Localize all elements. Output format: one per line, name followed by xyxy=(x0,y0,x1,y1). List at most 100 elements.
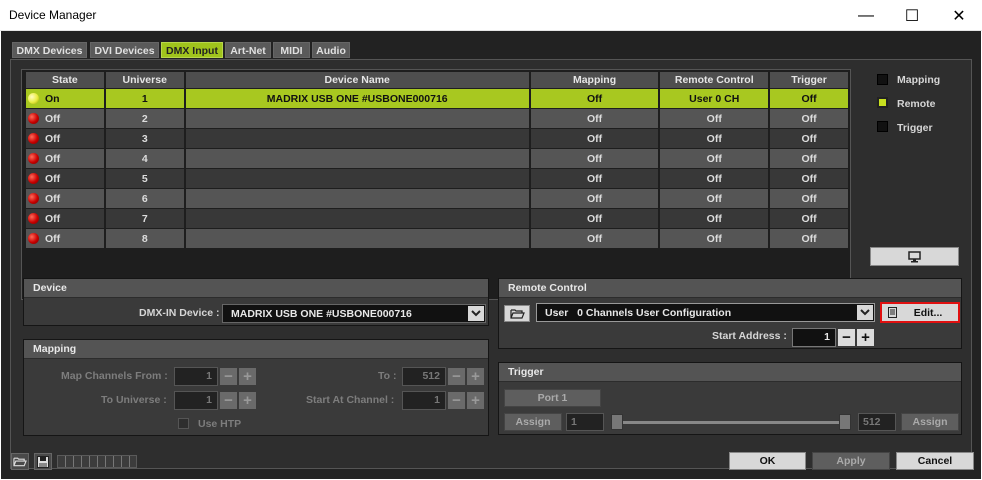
dmx-in-device-select[interactable]: MADRIX USB ONE #USBONE000716 xyxy=(222,304,486,323)
state-cell[interactable]: Off xyxy=(26,129,104,148)
remote-config-select[interactable]: User 0 Channels User Configuration xyxy=(536,303,875,322)
tab-midi[interactable]: MIDI xyxy=(273,42,310,58)
trigger-cell[interactable]: Off xyxy=(770,189,848,208)
open-file-button[interactable] xyxy=(11,453,29,470)
state-cell[interactable]: Off xyxy=(26,189,104,208)
cancel-button[interactable]: Cancel xyxy=(896,452,974,470)
mapping-cell[interactable]: Off xyxy=(530,209,659,228)
edit-remote-button[interactable]: Edit... xyxy=(880,302,960,323)
device-cell[interactable] xyxy=(185,229,529,248)
col-device-name[interactable]: Device Name xyxy=(185,72,529,88)
trigger-cell[interactable]: Off xyxy=(770,149,848,168)
state-cell[interactable]: Off xyxy=(26,229,104,248)
port-button[interactable]: Port 1 xyxy=(504,389,601,407)
start-channel-plus-button[interactable]: + xyxy=(467,392,484,409)
trigger-cell[interactable]: Off xyxy=(770,209,848,228)
mapping-cell[interactable]: Off xyxy=(530,149,659,168)
slider-handle-left[interactable] xyxy=(611,414,623,430)
zoom-slider[interactable] xyxy=(57,455,137,468)
assign-left-button[interactable]: Assign xyxy=(504,413,562,431)
mapping-cell[interactable]: Off xyxy=(530,229,659,248)
trigger-cell[interactable]: Off xyxy=(770,109,848,128)
device-cell[interactable] xyxy=(185,129,529,148)
save-file-button[interactable] xyxy=(34,453,52,470)
device-cell[interactable] xyxy=(185,149,529,168)
mapping-cell[interactable]: Off xyxy=(530,129,659,148)
map-channels-from-input[interactable]: 1 xyxy=(174,367,218,386)
table-row[interactable]: Off 6 Off Off Off xyxy=(26,189,848,208)
table-row[interactable]: Off 5 Off Off Off xyxy=(26,169,848,188)
monitor-button[interactable] xyxy=(870,247,959,266)
col-state[interactable]: State xyxy=(26,72,104,88)
mapping-cell[interactable]: Off xyxy=(530,189,659,208)
trigger-cell[interactable]: Off xyxy=(770,169,848,188)
state-cell[interactable]: Off xyxy=(26,169,104,188)
remote-cell[interactable]: Off xyxy=(660,229,769,248)
state-cell[interactable]: Off xyxy=(26,109,104,128)
tab-dvi-devices[interactable]: DVI Devices xyxy=(90,42,159,58)
mapping-cell[interactable]: Off xyxy=(530,109,659,128)
map-from-plus-button[interactable]: + xyxy=(239,368,256,385)
col-remote-control[interactable]: Remote Control xyxy=(660,72,769,88)
state-cell[interactable]: Off xyxy=(26,149,104,168)
mapping-cell[interactable]: Off xyxy=(530,169,659,188)
remote-cell[interactable]: Off xyxy=(660,169,769,188)
trigger-cell[interactable]: Off xyxy=(770,229,848,248)
col-mapping[interactable]: Mapping xyxy=(530,72,659,88)
mapping-cell[interactable]: Off xyxy=(530,89,659,108)
trigger-cell[interactable]: Off xyxy=(770,89,848,108)
map-from-minus-button[interactable]: − xyxy=(220,368,237,385)
tab-dmx-devices[interactable]: DMX Devices xyxy=(12,42,87,58)
universe-plus-button[interactable]: + xyxy=(239,392,256,409)
start-address-minus-button[interactable]: − xyxy=(838,329,855,346)
start-at-channel-input[interactable]: 1 xyxy=(402,391,446,410)
device-cell[interactable] xyxy=(185,189,529,208)
state-cell[interactable]: On xyxy=(26,89,104,108)
state-cell[interactable]: Off xyxy=(26,209,104,228)
assign-right-button[interactable]: Assign xyxy=(901,413,959,431)
slider-handle-right[interactable] xyxy=(839,414,851,430)
use-htp-checkbox[interactable] xyxy=(178,418,189,429)
remote-filter-checkbox[interactable] xyxy=(877,97,888,108)
minimize-button[interactable]: — xyxy=(843,0,889,31)
remote-cell[interactable]: Off xyxy=(660,149,769,168)
device-cell[interactable] xyxy=(185,169,529,188)
to-universe-input[interactable]: 1 xyxy=(174,391,218,410)
col-universe[interactable]: Universe xyxy=(105,72,184,88)
device-cell[interactable] xyxy=(185,209,529,228)
maximize-button[interactable]: ☐ xyxy=(889,0,935,31)
trigger-range-from-input[interactable]: 1 xyxy=(566,413,604,431)
table-row[interactable]: On 1 MADRIX USB ONE #USBONE000716 Off Us… xyxy=(26,89,848,108)
table-row[interactable]: Off 7 Off Off Off xyxy=(26,209,848,228)
ok-button[interactable]: OK xyxy=(729,452,806,470)
tab-dmx-input[interactable]: DMX Input xyxy=(161,42,223,58)
remote-cell[interactable]: Off xyxy=(660,189,769,208)
device-cell[interactable] xyxy=(185,109,529,128)
apply-button[interactable]: Apply xyxy=(812,452,890,470)
col-trigger[interactable]: Trigger xyxy=(770,72,848,88)
mapping-filter-checkbox[interactable] xyxy=(877,74,888,85)
open-config-button[interactable] xyxy=(504,305,530,322)
remote-cell[interactable]: Off xyxy=(660,209,769,228)
table-row[interactable]: Off 8 Off Off Off xyxy=(26,229,848,248)
table-row[interactable]: Off 2 Off Off Off xyxy=(26,109,848,128)
remote-cell[interactable]: Off xyxy=(660,129,769,148)
trigger-range-slider[interactable] xyxy=(609,413,854,431)
start-channel-minus-button[interactable]: − xyxy=(448,392,465,409)
start-address-plus-button[interactable]: + xyxy=(857,329,874,346)
tab-audio[interactable]: Audio xyxy=(312,42,350,58)
map-to-minus-button[interactable]: − xyxy=(448,368,465,385)
trigger-cell[interactable]: Off xyxy=(770,129,848,148)
device-cell[interactable]: MADRIX USB ONE #USBONE000716 xyxy=(185,89,529,108)
trigger-range-to-input[interactable]: 512 xyxy=(858,413,896,431)
remote-cell[interactable]: Off xyxy=(660,109,769,128)
universe-minus-button[interactable]: − xyxy=(220,392,237,409)
start-address-input[interactable]: 1 xyxy=(792,328,836,347)
map-to-plus-button[interactable]: + xyxy=(467,368,484,385)
table-row[interactable]: Off 4 Off Off Off xyxy=(26,149,848,168)
table-row[interactable]: Off 3 Off Off Off xyxy=(26,129,848,148)
map-channels-to-input[interactable]: 512 xyxy=(402,367,446,386)
remote-cell[interactable]: User 0 CH xyxy=(660,89,769,108)
tab-art-net[interactable]: Art-Net xyxy=(225,42,271,58)
trigger-filter-checkbox[interactable] xyxy=(877,121,888,132)
